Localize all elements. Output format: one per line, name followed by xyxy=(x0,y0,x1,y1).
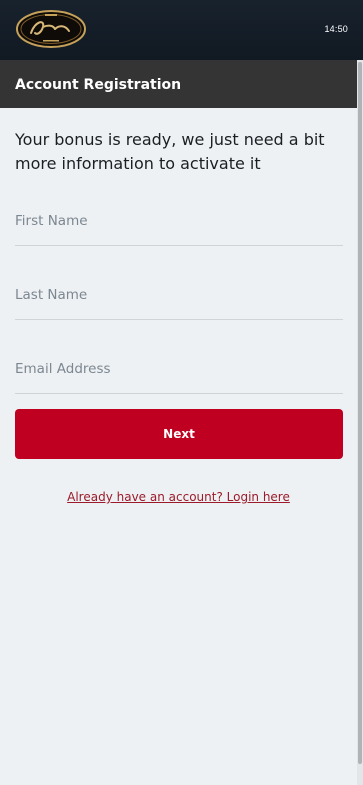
email-placeholder: Email Address xyxy=(15,361,111,377)
last-name-placeholder: Last Name xyxy=(15,287,88,303)
clock-time: 14:50 xyxy=(324,24,348,34)
vertical-scrollbar[interactable] xyxy=(357,60,363,785)
last-name-field[interactable]: Last Name xyxy=(15,279,343,320)
next-button[interactable]: Next xyxy=(15,409,343,459)
bonus-intro-text: Your bonus is ready, we just need a bit … xyxy=(15,130,325,173)
page-header: Account Registration xyxy=(0,60,363,108)
email-field[interactable]: Email Address xyxy=(15,353,343,394)
first-name-field[interactable]: First Name xyxy=(15,205,343,246)
next-button-label: Next xyxy=(163,427,195,441)
scrollbar-thumb[interactable] xyxy=(358,62,362,764)
login-link[interactable]: Already have an account? Login here xyxy=(0,490,357,504)
top-bar: 14:50 xyxy=(0,0,363,60)
page-title: Account Registration xyxy=(15,77,182,93)
grand-casino-logo-icon[interactable] xyxy=(15,9,87,49)
first-name-placeholder: First Name xyxy=(15,213,88,229)
